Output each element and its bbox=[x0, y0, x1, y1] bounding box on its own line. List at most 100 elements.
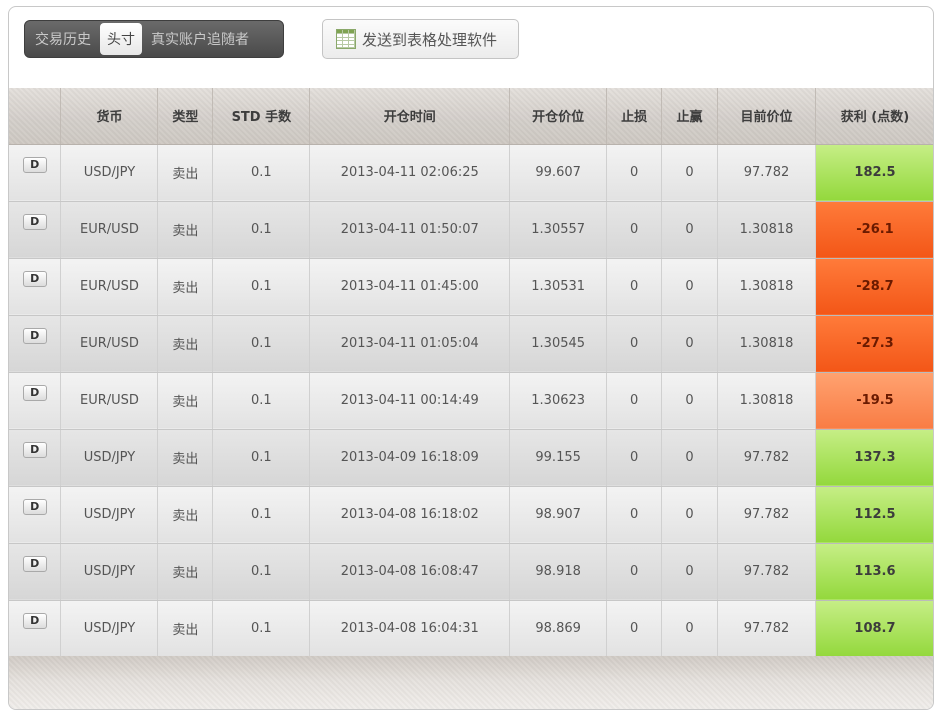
tab-positions[interactable]: 头寸 bbox=[100, 23, 142, 55]
cell-open-price: 98.907 bbox=[509, 486, 608, 544]
column-header-currency[interactable]: 货币 bbox=[60, 88, 159, 145]
positions-table: 货币 类型 STD 手数 开仓时间 开仓价位 止损 止赢 目前价位 获利 (点数… bbox=[9, 88, 933, 658]
column-header-open-price[interactable]: 开仓价位 bbox=[509, 88, 608, 145]
cell-action: D bbox=[9, 258, 62, 316]
cell-currency: EUR/USD bbox=[60, 372, 159, 430]
cell-open-time: 2013-04-11 02:06:25 bbox=[309, 144, 511, 202]
cell-currency: EUR/USD bbox=[60, 315, 159, 373]
cell-current-price: 1.30818 bbox=[717, 258, 816, 316]
cell-stop-loss: 0 bbox=[606, 372, 663, 430]
table-footer bbox=[9, 656, 933, 709]
cell-open-time: 2013-04-11 01:45:00 bbox=[309, 258, 511, 316]
cell-lots: 0.1 bbox=[212, 429, 311, 487]
cell-currency: EUR/USD bbox=[60, 258, 159, 316]
details-button[interactable]: D bbox=[22, 327, 47, 344]
positions-panel: 交易历史 头寸 真实账户追随者 发送到表格处理软件 货币 类型 STD 手数 开… bbox=[8, 6, 934, 710]
cell-open-price: 1.30531 bbox=[509, 258, 608, 316]
cell-action: D bbox=[9, 543, 62, 601]
table-row[interactable]: D USD/JPY 卖出 0.1 2013-04-08 16:04:31 98.869 0 0… bbox=[9, 599, 933, 658]
tab-live-followers[interactable]: 真实账户追随者 bbox=[144, 23, 256, 55]
cell-lots: 0.1 bbox=[212, 258, 311, 316]
cell-current-price: 1.30818 bbox=[717, 201, 816, 259]
cell-lots: 0.1 bbox=[212, 201, 311, 259]
cell-type: 卖出 bbox=[157, 486, 214, 544]
table-row[interactable]: D USD/JPY 卖出 0.1 2013-04-11 02:06:25 99.607 0 0… bbox=[9, 143, 933, 202]
cell-take-profit: 0 bbox=[661, 315, 719, 373]
cell-current-price: 97.782 bbox=[717, 144, 816, 202]
cell-take-profit: 0 bbox=[661, 600, 719, 658]
column-header-take-profit[interactable]: 止赢 bbox=[661, 88, 719, 145]
cell-open-price: 98.918 bbox=[509, 543, 608, 601]
cell-type: 卖出 bbox=[157, 429, 214, 487]
table-row[interactable]: D USD/JPY 卖出 0.1 2013-04-08 16:18:02 98.907 0 0… bbox=[9, 485, 933, 544]
cell-lots: 0.1 bbox=[212, 543, 311, 601]
cell-take-profit: 0 bbox=[661, 543, 719, 601]
cell-action: D bbox=[9, 315, 62, 373]
cell-open-time: 2013-04-08 16:08:47 bbox=[309, 543, 511, 601]
cell-lots: 0.1 bbox=[212, 372, 311, 430]
cell-lots: 0.1 bbox=[212, 486, 311, 544]
table-row[interactable]: D USD/JPY 卖出 0.1 2013-04-08 16:08:47 98.918 0 0… bbox=[9, 542, 933, 601]
table-row[interactable]: D EUR/USD 卖出 0.1 2013-04-11 01:45:00 1.30531 0… bbox=[9, 257, 933, 316]
column-header-current-price[interactable]: 目前价位 bbox=[717, 88, 816, 145]
cell-type: 卖出 bbox=[157, 201, 214, 259]
cell-stop-loss: 0 bbox=[606, 600, 663, 658]
column-header-action bbox=[9, 88, 62, 145]
cell-stop-loss: 0 bbox=[606, 543, 663, 601]
cell-open-time: 2013-04-08 16:04:31 bbox=[309, 600, 511, 658]
cell-current-price: 97.782 bbox=[717, 600, 816, 658]
cell-type: 卖出 bbox=[157, 144, 214, 202]
cell-open-time: 2013-04-11 00:14:49 bbox=[309, 372, 511, 430]
details-button[interactable]: D bbox=[22, 270, 47, 287]
table-row[interactable]: D EUR/USD 卖出 0.1 2013-04-11 01:50:07 1.30557 0… bbox=[9, 200, 933, 259]
cell-open-time: 2013-04-08 16:18:02 bbox=[309, 486, 511, 544]
cell-profit: -27.3 bbox=[814, 314, 933, 373]
cell-currency: USD/JPY bbox=[60, 429, 159, 487]
details-button[interactable]: D bbox=[22, 498, 47, 515]
cell-action: D bbox=[9, 372, 62, 430]
details-button[interactable]: D bbox=[22, 555, 47, 572]
table-row[interactable]: D EUR/USD 卖出 0.1 2013-04-11 01:05:04 1.30545 0… bbox=[9, 314, 933, 373]
cell-open-price: 1.30557 bbox=[509, 201, 608, 259]
cell-type: 卖出 bbox=[157, 600, 214, 658]
cell-current-price: 97.782 bbox=[717, 486, 816, 544]
cell-open-time: 2013-04-09 16:18:09 bbox=[309, 429, 511, 487]
details-button[interactable]: D bbox=[22, 156, 47, 173]
cell-profit: -19.5 bbox=[814, 371, 933, 430]
cell-profit: -26.1 bbox=[814, 200, 933, 259]
cell-open-price: 99.155 bbox=[509, 429, 608, 487]
details-button[interactable]: D bbox=[22, 612, 47, 629]
export-button-label: 发送到表格处理软件 bbox=[362, 30, 498, 49]
cell-take-profit: 0 bbox=[661, 486, 719, 544]
cell-current-price: 1.30818 bbox=[717, 372, 816, 430]
export-to-spreadsheet-button[interactable]: 发送到表格处理软件 bbox=[322, 19, 519, 59]
cell-stop-loss: 0 bbox=[606, 144, 663, 202]
cell-profit: 182.5 bbox=[814, 143, 933, 202]
cell-current-price: 97.782 bbox=[717, 543, 816, 601]
cell-stop-loss: 0 bbox=[606, 201, 663, 259]
column-header-lots[interactable]: STD 手数 bbox=[212, 88, 311, 145]
spreadsheet-icon bbox=[336, 29, 356, 49]
cell-current-price: 1.30818 bbox=[717, 315, 816, 373]
cell-current-price: 97.782 bbox=[717, 429, 816, 487]
table-row[interactable]: D EUR/USD 卖出 0.1 2013-04-11 00:14:49 1.30623 0… bbox=[9, 371, 933, 430]
cell-action: D bbox=[9, 600, 62, 658]
table-row[interactable]: D USD/JPY 卖出 0.1 2013-04-09 16:18:09 99.155 0 0… bbox=[9, 428, 933, 487]
cell-action: D bbox=[9, 144, 62, 202]
cell-lots: 0.1 bbox=[212, 315, 311, 373]
cell-take-profit: 0 bbox=[661, 372, 719, 430]
cell-currency: USD/JPY bbox=[60, 543, 159, 601]
column-header-profit[interactable]: 获利 (点数) bbox=[815, 88, 933, 145]
column-header-open-time[interactable]: 开仓时间 bbox=[309, 88, 511, 145]
tab-trade-history[interactable]: 交易历史 bbox=[28, 23, 98, 55]
cell-action: D bbox=[9, 429, 62, 487]
cell-profit: 108.7 bbox=[814, 599, 933, 658]
column-header-stop-loss[interactable]: 止损 bbox=[606, 88, 663, 145]
cell-open-price: 98.869 bbox=[509, 600, 608, 658]
column-header-type[interactable]: 类型 bbox=[157, 88, 214, 145]
cell-open-time: 2013-04-11 01:05:04 bbox=[309, 315, 511, 373]
details-button[interactable]: D bbox=[22, 441, 47, 458]
details-button[interactable]: D bbox=[22, 213, 47, 230]
cell-take-profit: 0 bbox=[661, 144, 719, 202]
details-button[interactable]: D bbox=[22, 384, 47, 401]
